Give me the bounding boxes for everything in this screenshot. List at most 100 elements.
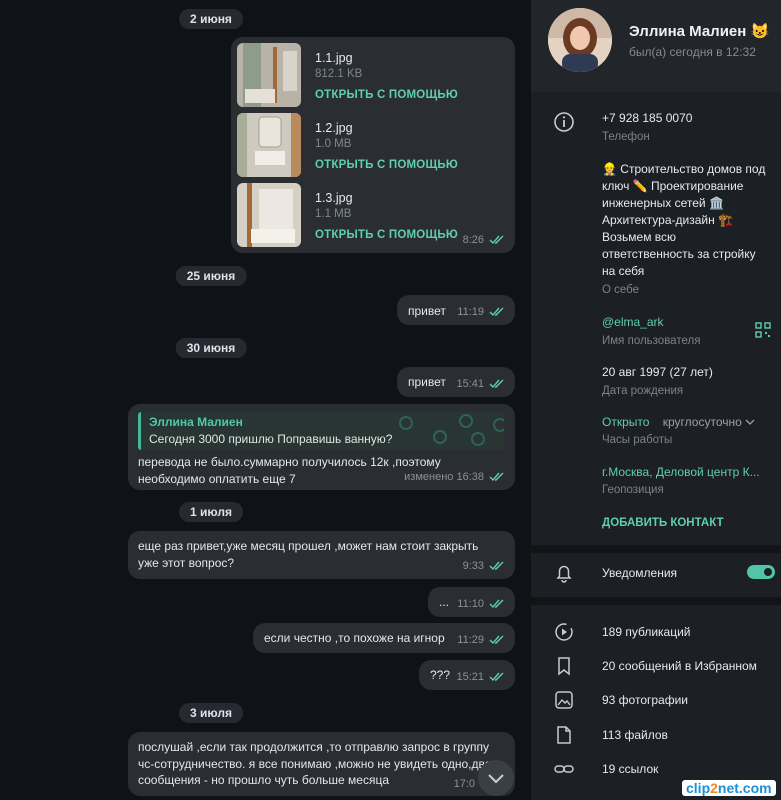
about-line: ответственность за стройку [602,247,756,261]
file-size: 1.1 MB [315,208,352,220]
file-size: 812.1 KB [315,68,363,80]
bookmark-icon [558,657,570,676]
media-label: 19 ссылок [602,762,659,776]
file-icon [557,726,571,744]
file-attachment[interactable]: 1.3.jpg 1.1 MB ОТКРЫТЬ С ПОМОЩЬЮ [237,183,497,247]
message-text: ... [439,595,450,609]
date-separator: 25 июня [175,266,247,286]
message-time: 11:29 [457,634,484,646]
birthday-label: Дата рождения [602,385,684,397]
message-line: уже этот вопрос? [138,555,235,570]
message-text: ??? [430,668,451,682]
location[interactable]: г.Москва, Деловой центр К... [602,464,760,481]
message-bubble[interactable]: если честно ,то похоже на игнор 11:29 [253,623,515,653]
bathroom-photo-icon [237,183,301,247]
media-label: 20 сообщений в Избранном [602,659,757,673]
message-time: 15:21 [456,671,484,683]
files-message: 1.1.jpg 812.1 KB ОТКРЫТЬ С ПОМОЩЬЮ 1.2.j… [231,37,515,253]
message-time: 11:19 [457,306,484,318]
open-with-button[interactable]: ОТКРЫТЬ С ПОМОЩЬЮ [315,89,458,101]
message-time: 15:41 [456,378,484,390]
message-text: привет [408,375,446,389]
message-bubble[interactable]: ... 11:10 [428,587,515,617]
avatar[interactable] [548,8,612,72]
media-row-photos[interactable]: 93 фотографии [531,683,781,717]
business-hours[interactable]: Открыто круглосуточно [602,414,755,431]
message-text: привет [408,304,446,318]
message-meta: 15:41 [456,378,505,390]
bathroom-photo-icon [237,43,301,107]
info-icon [554,112,574,132]
read-ticks-icon [489,307,504,317]
message-meta: 8:26 [463,234,505,246]
message-meta: изменено 16:38 [404,471,505,483]
file-thumbnail[interactable] [237,183,301,247]
file-size: 1.0 MB [315,138,352,150]
open-with-button[interactable]: ОТКРЫТЬ С ПОМОЩЬЮ [315,229,458,241]
message-text: послушай ,если так продолжится ,то отпра… [138,739,491,789]
file-attachment[interactable]: 1.2.jpg 1.0 MB ОТКРЫТЬ С ПОМОЩЬЮ [237,113,497,177]
date-separator: 2 июня [179,9,243,29]
pattern-decoration [433,430,447,444]
file-attachment[interactable]: 1.1.jpg 812.1 KB ОТКРЫТЬ С ПОМОЩЬЮ [237,43,497,107]
posts-icon [555,623,573,641]
file-name: 1.1.jpg [315,51,353,65]
qr-code-icon[interactable] [755,322,771,338]
hours-status: Открыто [602,415,650,429]
message-line: чс-сотрудничество. я все понимаю ,можно … [138,756,492,771]
file-name: 1.3.jpg [315,191,353,205]
scroll-down-button[interactable] [478,760,514,796]
reply-author: Эллина Малиен [149,415,243,429]
watermark-part: 2 [710,780,718,796]
message-bubble[interactable]: послушай ,если так продолжится ,то отпра… [128,732,515,796]
link-icon [554,765,574,773]
phone-label: Телефон [602,131,650,143]
date-separator: 3 июля [179,703,243,723]
chat-history[interactable]: 2 июня 1.1.jpg 812.1 KB ОТКРЫТЬ С ПОМОЩЬ… [0,0,530,800]
about-line: ключ ✏️ Проектирование [602,179,744,193]
phone-number[interactable]: +7 928 185 0070 [602,110,692,127]
username[interactable]: @elma_ark [602,314,664,331]
avatar-photo-icon [548,8,612,72]
open-with-button[interactable]: ОТКРЫТЬ С ПОМОЩЬЮ [315,159,458,171]
name-emoji: 😺 [750,23,770,40]
notifications-label: Уведомления [602,566,678,580]
message-line: еще раз привет,уже месяц прошел ,может н… [138,539,479,553]
pattern-decoration [399,416,413,430]
message-bubble[interactable]: еще раз привет,уже месяц прошел ,может н… [128,531,515,579]
media-row-saved[interactable]: 20 сообщений в Избранном [531,649,781,683]
message-bubble[interactable]: ??? 15:21 [419,660,515,690]
message-meta: 11:29 [457,634,505,646]
message-bubble[interactable]: привет 15:41 [397,367,515,397]
notifications-row[interactable]: Уведомления [531,556,781,590]
profile-name-text: Эллина Малиен [629,23,747,40]
message-meta: 11:19 [457,306,505,318]
add-contact-button[interactable]: ДОБАВИТЬ КОНТАКТ [602,515,724,532]
hours-label: Часы работы [602,434,673,446]
media-row-posts[interactable]: 189 публикаций [531,615,781,649]
message-time: 11:10 [457,598,484,610]
about-text[interactable]: 👷 Строительство домов под ключ ✏️ Проект… [602,161,765,280]
pattern-decoration [471,432,485,446]
pattern-decoration [493,418,504,432]
watermark-part: clip [686,780,711,796]
about-line: инженерных сетей 🏛️ [602,196,724,210]
birthday[interactable]: 20 авг 1997 (27 лет) [602,364,713,381]
bathroom-photo-icon [237,113,301,177]
media-row-files[interactable]: 113 файлов [531,718,781,752]
reply-quote[interactable]: Эллина Малиен Сегодня 3000 пришлю Поправ… [138,412,504,450]
file-thumbnail[interactable] [237,43,301,107]
notifications-toggle[interactable] [747,565,775,579]
message-meta: 15:21 [456,671,505,683]
file-thumbnail[interactable] [237,113,301,177]
message-line: перевода не было.суммарно получилось 12к… [138,455,441,469]
message-time: 9:33 [462,560,484,572]
message-bubble[interactable]: Эллина Малиен Сегодня 3000 пришлю Поправ… [128,404,515,490]
message-meta: 17:0 [454,778,475,790]
message-bubble[interactable]: привет 11:19 [397,295,515,325]
file-name: 1.2.jpg [315,121,353,135]
profile-header: Эллина Малиен 😺 был(а) сегодня в 12:32 [531,0,781,92]
read-ticks-icon [489,561,504,571]
username-label: Имя пользователя [602,335,701,347]
about-line: Возьмем всю [602,230,677,244]
